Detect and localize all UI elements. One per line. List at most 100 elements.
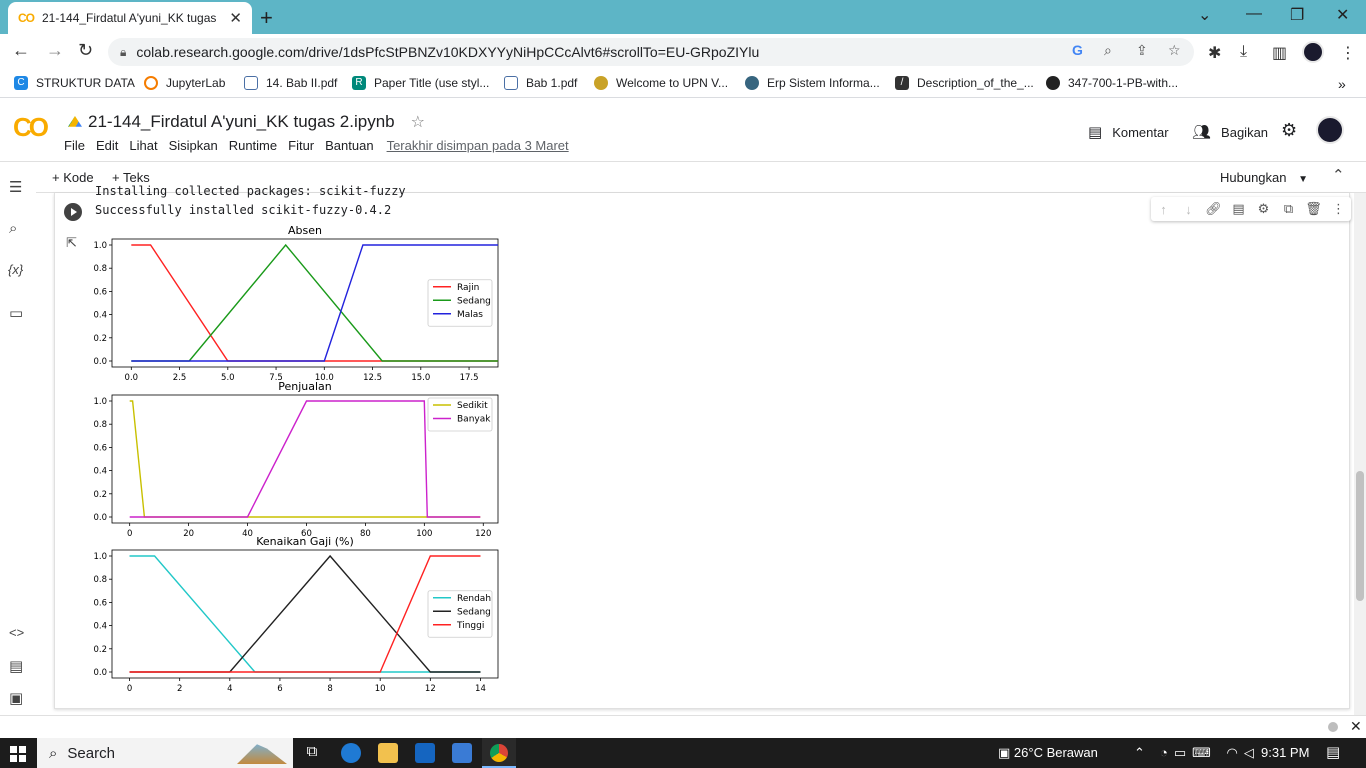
menu-tools[interactable]: Fitur — [288, 138, 314, 153]
account-avatar[interactable] — [1316, 116, 1344, 144]
bookmark-item[interactable]: 347-700-1-PB-with... — [1046, 76, 1178, 90]
command-palette-icon[interactable]: ▤ — [9, 657, 23, 675]
x-tick-label: 14 — [475, 684, 486, 694]
scrollbar-thumb[interactable] — [1356, 471, 1364, 601]
chart-title: Kenaikan Gaji (%) — [256, 535, 354, 548]
edge-icon[interactable] — [341, 743, 361, 763]
cell-more-icon[interactable]: ⋮ — [1329, 201, 1349, 217]
last-saved-link[interactable]: Terakhir disimpan pada 3 Maret — [387, 138, 569, 153]
y-tick-label: 0.0 — [93, 513, 107, 523]
bookmark-item[interactable]: JupyterLab — [144, 76, 225, 90]
notebook-title-text[interactable]: 21-144_Firdatul A'yuni_KK tugas 2.ipynb — [88, 112, 395, 132]
side-panel-icon[interactable]: ▥ — [1272, 43, 1287, 63]
bookmark-item[interactable]: Erp Sistem Informa... — [745, 76, 880, 90]
comment-cell-icon[interactable]: ▤ — [1229, 201, 1249, 217]
move-down-icon[interactable]: ↓ — [1179, 202, 1199, 217]
cell-actions-toolbar: ↑ ↓ 🔗︎ ▤ ⚙ ⧉ 🗑︎ ⋮ — [1151, 197, 1351, 221]
menu-edit[interactable]: Edit — [96, 138, 118, 153]
system-tray-icons[interactable]: ◔▭⌨ ◠◁ — [1160, 745, 1260, 761]
chevron-up-icon[interactable]: ⌃ — [1332, 166, 1345, 184]
link-icon[interactable]: 🔗︎ — [1204, 201, 1224, 217]
add-code-button[interactable]: + Kode — [52, 170, 94, 185]
close-window-icon[interactable]: ✕ — [1336, 5, 1349, 25]
restore-icon[interactable]: ❐ — [1290, 5, 1304, 25]
legend-label: Sedang — [457, 607, 491, 617]
menu-runtime[interactable]: Runtime — [229, 138, 277, 153]
extensions-icon[interactable]: ✱ — [1208, 43, 1221, 63]
store-icon[interactable] — [452, 743, 472, 763]
more-menu-icon[interactable]: ⋮ — [1340, 43, 1356, 63]
profile-avatar[interactable] — [1302, 41, 1324, 63]
share-page-icon[interactable]: ⇪ — [1136, 42, 1148, 59]
notifications-icon[interactable]: ▤ — [1326, 743, 1340, 761]
url-text[interactable]: colab.research.google.com/drive/1dsPfcSt… — [136, 44, 759, 60]
mirror-cell-icon[interactable]: ⧉ — [1279, 201, 1299, 217]
taskbar-search[interactable]: ⌕ Search — [37, 738, 293, 768]
files-folder-icon[interactable]: ▭ — [9, 304, 23, 322]
search-icon[interactable]: ⌕ — [9, 220, 17, 237]
bookmark-item[interactable]: R Paper Title (use styl... — [352, 76, 489, 90]
new-tab-icon[interactable]: + — [260, 5, 273, 31]
chrome-taskbar-button[interactable] — [482, 738, 516, 768]
code-cell[interactable]: Installing collected packages: scikit-fu… — [54, 184, 1351, 709]
back-icon[interactable]: ← — [12, 40, 30, 61]
forward-icon[interactable]: → — [46, 40, 64, 61]
bookmark-star-icon[interactable]: ☆ — [1168, 42, 1181, 59]
cell-settings-icon[interactable]: ⚙ — [1254, 201, 1274, 217]
address-bar[interactable]: 🔒︎ colab.research.google.com/drive/1dsPf… — [108, 38, 1194, 66]
colab-favicon-icon: CO — [18, 11, 35, 25]
windows-start-icon[interactable] — [10, 746, 26, 762]
variables-icon[interactable]: {x} — [8, 262, 23, 277]
lock-icon[interactable]: 🔒︎ — [120, 45, 126, 60]
bookmark-item[interactable]: 14. Bab II.pdf — [244, 76, 337, 90]
bookmark-item[interactable]: / Description_of_the_... — [895, 76, 1034, 90]
minimize-icon[interactable]: — — [1246, 5, 1262, 23]
code-snippets-icon[interactable]: <> — [9, 625, 24, 640]
bookmark-item[interactable]: C STRUKTUR DATA — [14, 76, 135, 90]
add-text-button[interactable]: + Teks — [112, 170, 150, 185]
share-button[interactable]: 👥︎ Bagikan — [1192, 123, 1268, 141]
tab-search-chevron-icon[interactable]: ⌄ — [1198, 5, 1211, 25]
download-icon[interactable]: ⤓ — [1240, 43, 1247, 61]
close-tab-icon[interactable]: ✕ — [229, 9, 242, 27]
menu-help[interactable]: Bantuan — [325, 138, 373, 153]
terminal-icon[interactable]: ▣ — [9, 689, 23, 707]
move-up-icon[interactable]: ↑ — [1154, 202, 1174, 217]
chevron-down-icon: ▼ — [1298, 174, 1309, 185]
legend-label: Rendah — [457, 594, 491, 604]
google-lens-icon[interactable]: G — [1072, 42, 1083, 58]
drive-icon — [68, 116, 82, 127]
more-bookmarks-icon[interactable]: » — [1338, 76, 1346, 92]
file-explorer-icon[interactable] — [378, 743, 398, 763]
browser-tab[interactable]: CO 21-144_Firdatul A'yuni_KK tugas ✕ — [8, 2, 252, 34]
weather-widget[interactable]: ▣ 26°C Berawan — [998, 745, 1098, 761]
notebook-title[interactable]: 21-144_Firdatul A'yuni_KK tugas 2.ipynb … — [68, 112, 425, 132]
task-view-icon[interactable]: ⧉ — [302, 743, 322, 763]
run-cell-button[interactable] — [64, 203, 82, 221]
comment-button[interactable]: ▤ Komentar — [1088, 123, 1169, 141]
x-tick-label: 5.0 — [221, 373, 235, 383]
delete-icon[interactable]: 🗑︎ — [1304, 201, 1324, 217]
table-of-contents-icon[interactable]: ☰ — [9, 178, 22, 196]
menu-view[interactable]: Lihat — [129, 138, 157, 153]
output-text-line: Successfully installed scikit-fuzzy-0.4.… — [95, 203, 392, 217]
output-menu-icon[interactable]: ⇱ — [66, 235, 77, 251]
colab-logo[interactable]: CO — [13, 112, 49, 143]
reload-icon[interactable]: ↻ — [78, 40, 93, 61]
menu-insert[interactable]: Sisipkan — [169, 138, 218, 153]
mail-icon[interactable] — [415, 743, 435, 763]
close-status-icon[interactable]: ✕ — [1350, 718, 1362, 735]
star-icon[interactable]: ☆ — [411, 112, 425, 132]
bookmark-item[interactable]: Bab 1.pdf — [504, 76, 577, 90]
chart-title: Absen — [288, 224, 322, 237]
zoom-icon[interactable]: ⌕ — [1104, 42, 1112, 59]
settings-gear-icon[interactable]: ⚙ — [1281, 120, 1297, 141]
connect-button[interactable]: Hubungkan ▼ — [1220, 170, 1308, 185]
show-hidden-icons[interactable]: ⌃ — [1134, 745, 1145, 761]
upn-logo-icon — [594, 76, 608, 90]
menu-file[interactable]: File — [64, 138, 85, 153]
bookmark-item[interactable]: Welcome to UPN V... — [594, 76, 728, 90]
vertical-scrollbar[interactable] — [1354, 193, 1366, 715]
fuzzy-membership-plots: AbsenDerajat Keanggotaan0.00.20.40.60.81… — [93, 224, 499, 694]
clock[interactable]: 9:31 PM — [1261, 745, 1309, 760]
